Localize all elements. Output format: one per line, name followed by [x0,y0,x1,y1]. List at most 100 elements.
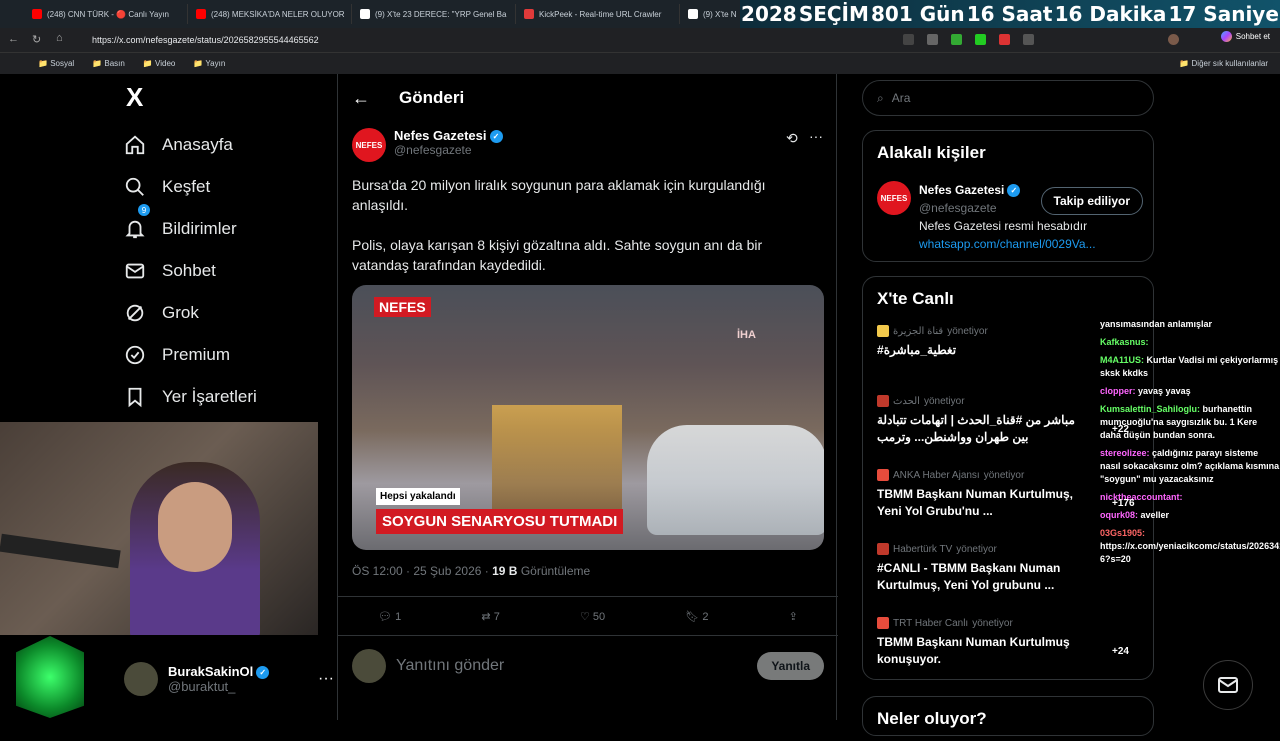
repost-button[interactable]: ⇄ 7 [481,610,499,623]
nav-list: Anasayfa Keşfet 9 Bildirimler Sohbet Grok… [118,124,257,418]
live-role: yönetiyor [983,469,1025,481]
messages-fab[interactable] [1203,660,1253,710]
post-paragraph: Bursa'da 20 milyon liralık soygunun para… [352,177,766,213]
like-count: 50 [592,610,606,623]
browser-tab[interactable]: (9) X'te 23 DERECE: "YRP Genel Ba [352,4,516,24]
post-timestamp[interactable]: ÖS 12:00 · 25 Şub 2026 · [352,564,489,578]
browser-tab[interactable]: (248) MEKSİKA'DA NELER OLUYOR [188,4,352,24]
extension-icon[interactable] [1023,34,1034,45]
live-title: مباشر من #قناة_الحدث | اتهامات تتبادلة ب… [877,413,1075,444]
url-field[interactable]: https://x.com/nefesgazete/status/2026582… [92,35,319,45]
nav-label: Bildirimler [162,219,237,238]
reload-icon[interactable]: ↻ [32,33,41,46]
election-countdown: 2028 SEÇİM 801 Gün 16 Saat 16 Dakika 17 … [740,0,1280,28]
bookmark-folder-yayin[interactable]: 📁 Yayın [193,59,225,68]
nav-item-premium[interactable]: Premium [118,334,257,376]
nav-item-notifications[interactable]: 9 Bildirimler [118,204,257,250]
broadcaster-icon [877,617,889,629]
countdown-seconds: 17 Saniye [1168,2,1279,26]
account-name: BurakSakinOl [168,663,254,679]
bookmark-folder-basin[interactable]: 📁 Basın [92,59,125,68]
grok-icon [126,304,144,322]
post-video[interactable]: NEFES İHA Hepsi yakalandı SOYGUN SENARYO… [352,285,824,550]
share-button[interactable]: ⇪ [789,610,798,623]
card-title: Alakalı kişiler [877,143,986,162]
account-handle: @buraktut_ [168,679,236,695]
mail-icon [1218,677,1238,693]
reply-input[interactable]: Yanıtını gönder [396,657,747,675]
bookmark-label: Basın [104,59,125,68]
kickpeek-icon [524,9,534,19]
following-button[interactable]: Takip ediliyor [1040,187,1143,215]
nav-item-chat[interactable]: Sohbet [118,250,257,292]
webcam-overlay [0,422,318,635]
post-column: ← Gönderi NEFES Nefes Gazetesi ✓ @nefesga… [337,74,838,720]
live-role: yönetiyor [923,395,965,407]
viewer-badge: +22 [1112,424,1129,435]
countdown-hours: 16 Saat [966,2,1053,26]
youtube-icon [196,9,206,19]
notification-badge: 9 [138,204,150,216]
bookmark-folder-video[interactable]: 📁 Video [143,59,176,68]
browser-tab[interactable]: KickPeek - Real-time URL Crawler [516,4,680,24]
back-icon[interactable]: ← [8,33,19,45]
reply-count: 1 [395,610,402,623]
live-source: قناة الجزيرة [893,325,944,337]
viewer-badge: +176 [1112,498,1135,509]
extension-icon[interactable] [927,34,938,45]
other-bookmarks-label: Diğer sık kullanılanlar [1191,59,1268,68]
chat-message: yansımasından anlamışlar [1100,318,1280,331]
author-avatar[interactable]: NEFES [352,128,386,162]
more-icon[interactable]: ··· [318,670,334,688]
avatar [124,662,158,696]
bookmark-button[interactable]: 🔖︎ 2 [685,610,708,623]
extension-icon[interactable] [951,34,962,45]
copilot-chat-button[interactable]: Sohbet et [1220,31,1270,42]
more-options-icon[interactable]: ··· [809,128,823,144]
tab-label: (248) MEKSİKA'DA NELER OLUYOR [211,9,345,19]
related-link[interactable]: whatsapp.com/channel/0029Va... [919,235,1096,253]
search-input[interactable]: Ara [892,91,911,105]
live-title: #CANLI - TBMM Başkanı Numan Kurtulmuş, Y… [877,561,1061,592]
bookmark-label: Yayın [205,59,226,68]
extension-icon[interactable] [975,34,986,45]
view-count: 19 B [492,564,518,578]
reply-submit-button[interactable]: Yanıtla [757,652,824,680]
countdown-label: SEÇİM [798,2,869,26]
home-icon[interactable]: ⌂ [56,32,63,44]
verified-icon [125,345,145,365]
chat-user: oqurk08: [1100,510,1139,520]
post-text: Bursa'da 20 milyon liralık soygunun para… [352,175,822,275]
chat-message: oqurk08: aveller [1100,509,1280,522]
grok-analyze-icon[interactable]: ⟲ [786,130,798,147]
search-box[interactable]: ⌕ Ara [862,80,1154,116]
back-arrow-icon[interactable]: ← [352,88,370,109]
live-title: TBMM Başkanı Numan Kurtulmuş konuşuyor. [877,635,1070,666]
video-watermark: NEFES [374,297,431,317]
x-logo[interactable]: X [126,82,143,113]
countdown-year: 2028 [741,2,797,26]
copilot-label: Sohbet et [1235,32,1270,41]
nav-item-grok[interactable]: Grok [118,292,257,334]
extension-icon[interactable] [999,34,1010,45]
verified-badge-icon: ✓ [1007,184,1021,198]
profile-avatar-icon[interactable] [1168,34,1179,45]
nav-item-explore[interactable]: Keşfet [118,166,257,208]
post-author[interactable]: NEFES Nefes Gazetesi ✓ @nefesgazete [352,128,503,162]
tab-label: (248) CNN TÜRK - 🔴 Canlı Yayın [47,9,169,19]
nav-item-bookmarks[interactable]: Yer İşaretleri [118,376,257,418]
tab-list: (248) CNN TÜRK - 🔴 Canlı Yayın (248) MEK… [24,4,750,24]
chat-user: M4A11US: [1100,355,1145,365]
author-handle[interactable]: @nefesgazete [394,143,503,157]
account-switcher[interactable]: BurakSakinOl ✓ @buraktut_ ··· [124,659,334,699]
other-bookmarks[interactable]: 📁 Diğer sık kullanılanlar [1179,59,1268,68]
reply-button[interactable]: 💬︎ 1 [378,610,401,623]
nav-label: Premium [162,345,231,364]
bookmark-folder-sosyal[interactable]: 📁 Sosyal [38,59,74,68]
nav-label: Keşfet [162,177,211,196]
extension-icon[interactable] [903,34,914,45]
browser-tab[interactable]: (248) CNN TÜRK - 🔴 Canlı Yayın [24,4,188,24]
nav-item-home[interactable]: Anasayfa [118,124,257,166]
like-button[interactable]: ♡ 50 [580,610,605,623]
author-name[interactable]: Nefes Gazetesi [394,128,487,143]
